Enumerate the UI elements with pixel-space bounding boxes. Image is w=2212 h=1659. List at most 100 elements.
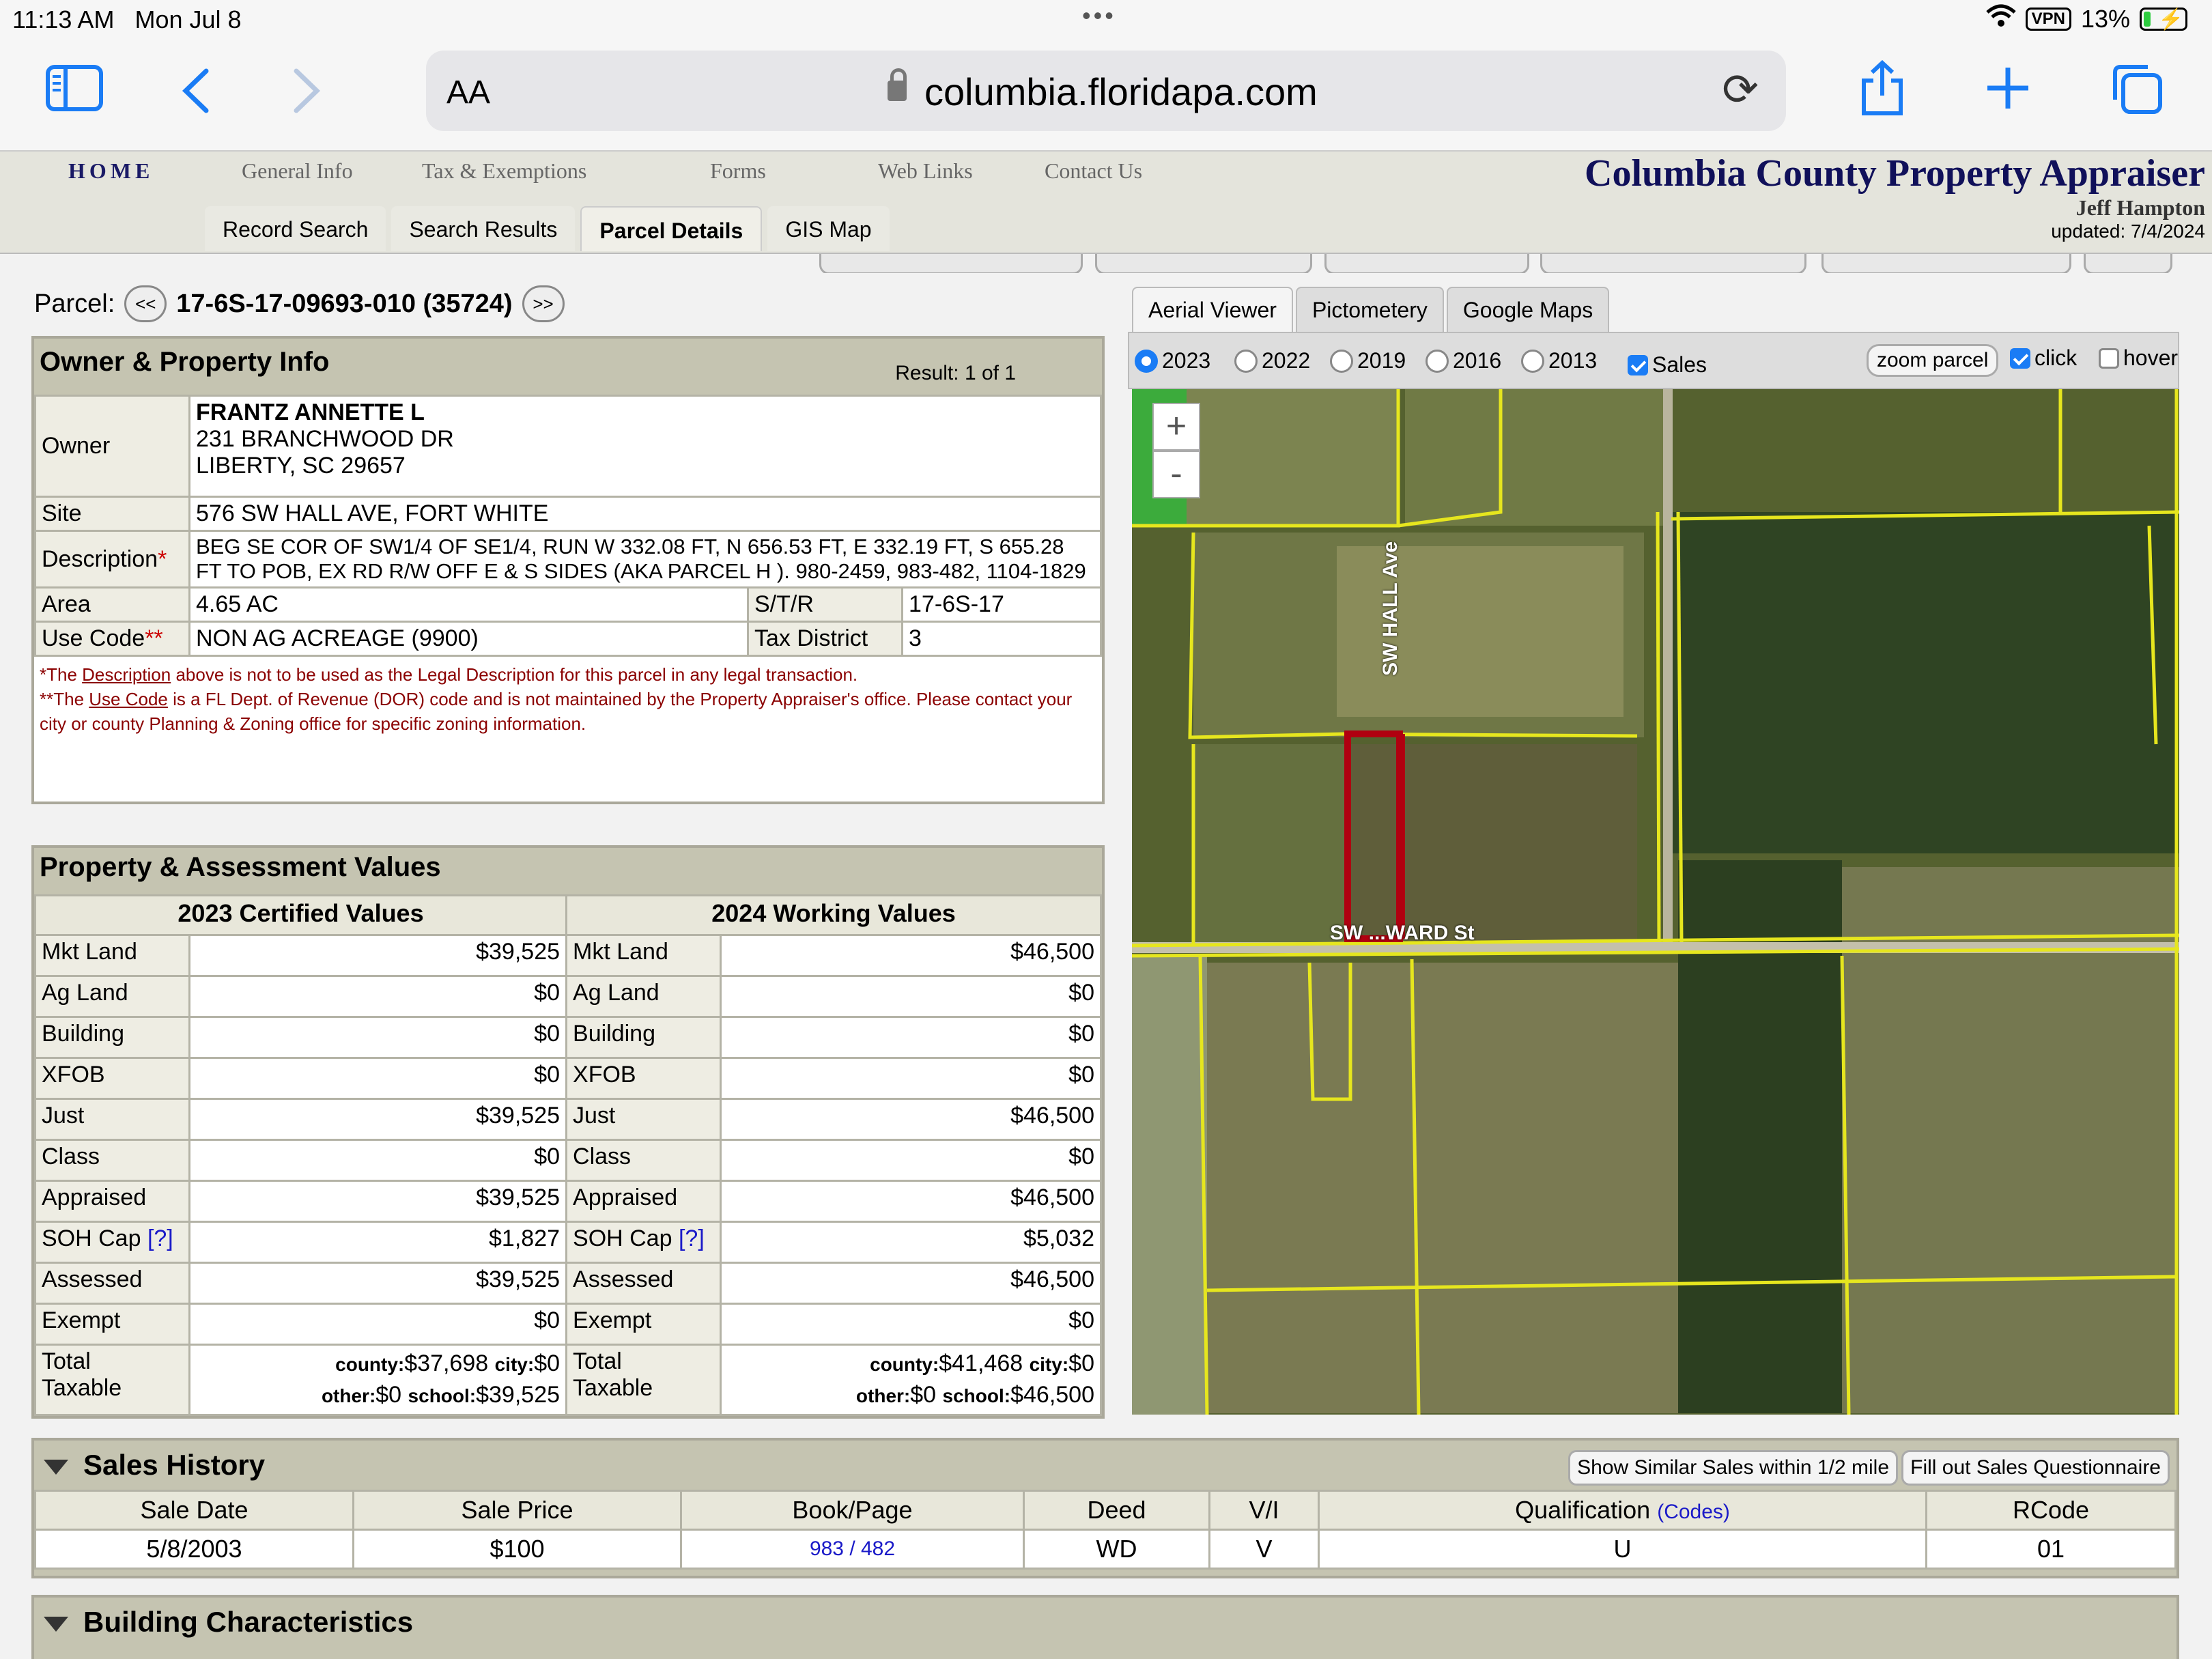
sidebar-icon[interactable] (45, 64, 104, 115)
sales-checkbox[interactable]: Sales (1628, 352, 1707, 378)
next-parcel-button[interactable]: >> (522, 285, 565, 322)
map-tabs: Aerial Viewer Pictometery Google Maps (1132, 287, 1610, 334)
tab-pictometery[interactable]: Pictometery (1295, 287, 1444, 334)
share-icon[interactable] (1858, 59, 1906, 119)
battery-percent: 13% (2080, 4, 2130, 33)
tab-gis-map[interactable]: GIS Map (767, 206, 890, 251)
year-2019-radio[interactable]: 2019 (1330, 348, 1406, 373)
description-label: Description* (34, 530, 190, 589)
tab-search-results[interactable]: Search Results (391, 206, 576, 251)
values-table: 2023 Certified Values 2024 Working Values… (33, 894, 1102, 1416)
nav-forms[interactable]: Forms (710, 158, 766, 184)
value-label: Exempt (34, 1303, 190, 1346)
tab-parcel-details[interactable]: Parcel Details (580, 206, 763, 251)
value-2023: $0 (188, 1303, 568, 1346)
use-code-link[interactable]: Use Code (89, 689, 168, 709)
back-icon[interactable] (179, 67, 213, 118)
zoom-out-button[interactable]: - (1152, 451, 1200, 498)
value-label: SOH Cap [?] (34, 1221, 190, 1264)
tab-aerial-viewer[interactable]: Aerial Viewer (1132, 287, 1293, 334)
col-sale-price: Sale Price (352, 1490, 682, 1531)
hover-checkbox[interactable]: hover (2099, 345, 2178, 371)
book-page-link[interactable]: 983 / 482 (680, 1529, 1025, 1570)
nav-web-links[interactable]: Web Links (878, 158, 973, 184)
total-taxable-label: Total Taxable (34, 1344, 190, 1416)
tabs-overview-icon[interactable] (2110, 63, 2164, 118)
soh-help-link[interactable]: [?] (147, 1225, 173, 1251)
parcel-label: Parcel: (34, 289, 115, 318)
value-2024: $0 (720, 975, 1102, 1018)
new-tab-icon[interactable] (1984, 64, 2032, 115)
text-size-button[interactable]: AA (446, 74, 490, 111)
sale-price: $100 (352, 1529, 682, 1570)
zoom-parcel-button[interactable]: zoom parcel (1867, 344, 1999, 377)
description-link[interactable]: Description (82, 664, 171, 685)
tax-district-label: Tax District (747, 621, 903, 657)
year-2016-radio[interactable]: 2016 (1426, 348, 1501, 373)
click-checkbox[interactable]: click (2010, 345, 2077, 371)
year-2013-radio[interactable]: 2013 (1521, 348, 1597, 373)
status-bar: 11:13 AM Mon Jul 8 ••• VPN 13% ⚡ (0, 0, 2212, 42)
collapse-triangle-icon[interactable] (44, 1616, 68, 1632)
value-2023: $0 (188, 1139, 568, 1182)
sales-table: Sale Date Sale Price Book/Page Deed V/I … (34, 1490, 2176, 1570)
building-characteristics-header[interactable]: Building Characteristics (34, 1598, 2176, 1647)
nav-tax-exemptions[interactable]: Tax & Exemptions (422, 158, 586, 184)
nav-general-info[interactable]: General Info (242, 158, 353, 184)
codes-link[interactable]: (Codes) (1657, 1501, 1730, 1523)
reload-icon[interactable]: ⟳ (1722, 64, 1759, 115)
nav-contact-us[interactable]: Contact Us (1045, 158, 1142, 184)
value-2024: $46,500 (720, 1262, 1102, 1305)
sale-date: 5/8/2003 (34, 1529, 354, 1570)
use-code-value: NON AG ACREAGE (9900) (188, 621, 749, 657)
owner-panel-header: Owner & Property Info Result: 1 of 1 (34, 339, 1102, 395)
nav-home[interactable]: HOME (68, 158, 154, 184)
soh-help-link[interactable]: [?] (679, 1225, 705, 1251)
str-value: 17-6S-17 (901, 586, 1102, 623)
value-label: Class (565, 1139, 722, 1182)
aerial-map[interactable]: + - SW HALL Ave SW ...WARD St (1132, 389, 2179, 1415)
area-value: 4.65 AC (188, 586, 749, 623)
collapse-triangle-icon[interactable] (44, 1459, 68, 1475)
tab-record-search[interactable]: Record Search (205, 206, 386, 251)
hidden-button-strip (0, 254, 2212, 273)
working-values-header: 2024 Working Values (565, 894, 1102, 936)
value-2024: $0 (720, 1016, 1102, 1059)
value-label: Class (34, 1139, 190, 1182)
value-label: XFOB (34, 1057, 190, 1100)
disclaimer-notes: *The Description above is not to be used… (40, 664, 1073, 734)
prev-parcel-button[interactable]: << (124, 285, 167, 322)
value-label: Assessed (565, 1262, 722, 1305)
tab-google-maps[interactable]: Google Maps (1446, 287, 1610, 334)
value-2024: $46,500 (720, 1098, 1102, 1141)
status-time: 11:13 AM Mon Jul 8 (12, 5, 242, 33)
year-2022-radio[interactable]: 2022 (1234, 348, 1310, 373)
site-header: HOME General Info Tax & Exemptions Forms… (0, 152, 2212, 254)
multitask-dots[interactable]: ••• (1082, 1, 1116, 30)
year-2023-radio[interactable]: 2023 (1135, 348, 1210, 373)
value-label: Ag Land (34, 975, 190, 1018)
parcel-id: 17-6S-17-09693-010 (35724) (176, 289, 513, 318)
rcode: 01 (1925, 1529, 2176, 1570)
col-qualification: Qualification (Codes) (1318, 1490, 1927, 1531)
updated-date: updated: 7/4/2024 (2051, 221, 2205, 242)
map-controls: 2023 2022 2019 2016 2013 Sales zoom parc… (1128, 332, 2179, 389)
forward-icon[interactable] (289, 67, 324, 118)
str-label: S/T/R (747, 586, 903, 623)
sales-questionnaire-button[interactable]: Fill out Sales Questionnaire (1901, 1450, 2170, 1486)
value-label: Exempt (565, 1303, 722, 1346)
value-label: Assessed (34, 1262, 190, 1305)
zoom-in-button[interactable]: + (1152, 403, 1200, 451)
address-bar[interactable]: AA columbia.floridapa.com ⟳ (426, 51, 1786, 131)
value-2023: $39,525 (188, 934, 568, 977)
url-text[interactable]: columbia.floridapa.com (924, 70, 1318, 114)
values-panel-header: Property & Assessment Values (34, 848, 1102, 894)
site-title[interactable]: Columbia County Property Appraiser (1585, 152, 2205, 195)
value-label: XFOB (565, 1057, 722, 1100)
qualification: U (1318, 1529, 1927, 1570)
value-2023: $0 (188, 1016, 568, 1059)
value-2024: $46,500 (720, 1180, 1102, 1223)
road-label-hall-ave: SW HALL Ave (1379, 541, 1402, 676)
sales-history-header[interactable]: Sales History Show Similar Sales within … (34, 1441, 2176, 1490)
similar-sales-button[interactable]: Show Similar Sales within 1/2 mile (1568, 1450, 1898, 1486)
